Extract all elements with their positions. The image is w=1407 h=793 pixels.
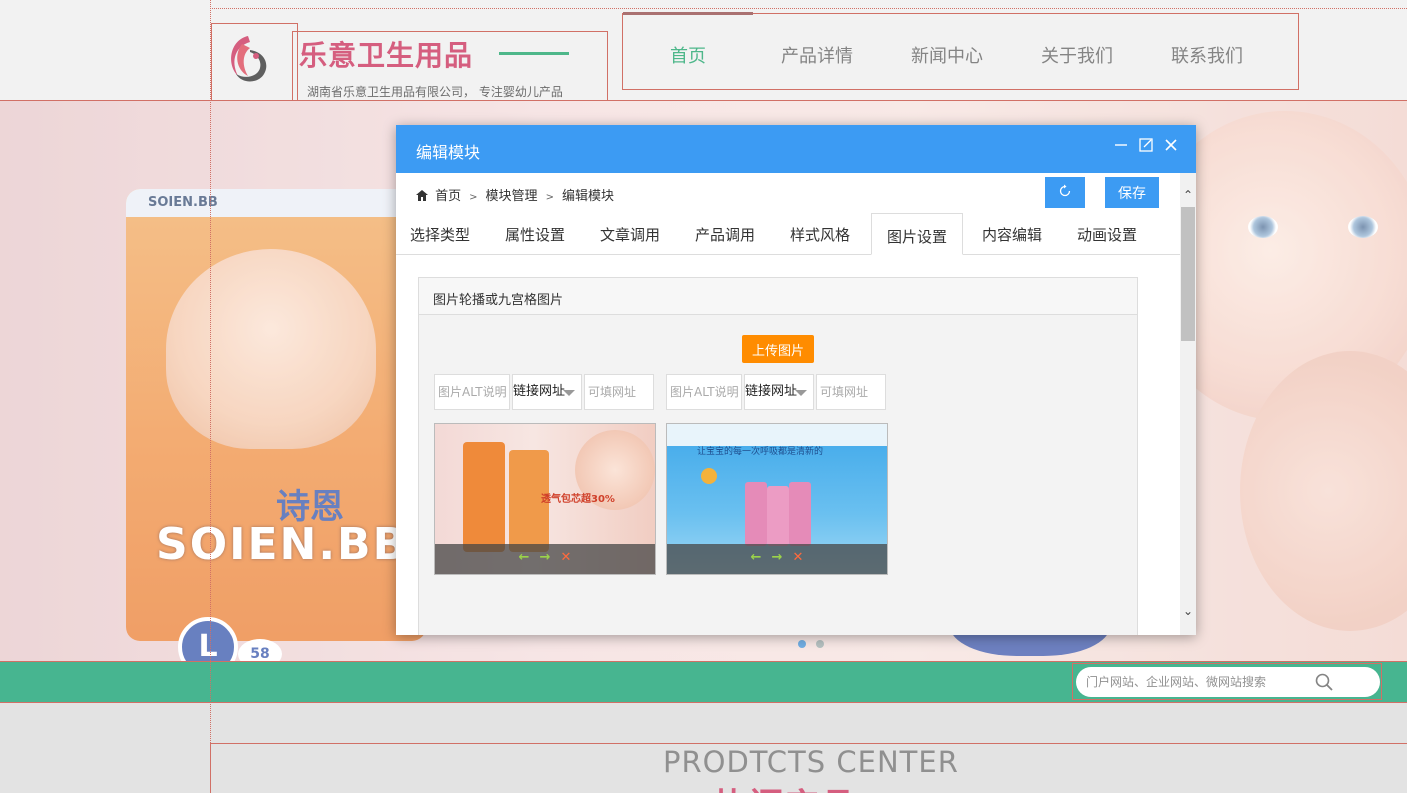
chevron-up-icon[interactable]: ⌃	[1180, 187, 1196, 203]
image-item: 图片ALT说明 链接网址 可填网址 透气包芯超30% ← → ✕	[434, 374, 656, 575]
home-icon	[416, 190, 428, 201]
image-alt-input[interactable]: 图片ALT说明	[434, 374, 510, 410]
dialog-scrollbar[interactable]: ⌃ ⌄	[1180, 173, 1196, 635]
thumb-pack	[463, 442, 505, 552]
link-type-value: 链接网址	[513, 384, 566, 399]
delete-icon[interactable]: ✕	[791, 551, 805, 565]
chevron-down-icon	[563, 390, 575, 396]
refresh-icon	[1059, 184, 1071, 196]
move-right-icon[interactable]: →	[770, 551, 784, 565]
move-left-icon[interactable]: ←	[749, 551, 763, 565]
edit-module-dialog: 编辑模块 首页 > 模块管理 > 编辑模块 保存 选择类型 属性设置 文章调用 …	[396, 125, 1196, 635]
thumb-caption: 透气包芯超30%	[541, 494, 615, 505]
tab-image-settings[interactable]: 图片设置	[871, 213, 964, 255]
tab-product-call[interactable]: 产品调用	[695, 224, 755, 245]
dialog-title: 编辑模块	[416, 143, 481, 162]
dialog-header[interactable]: 编辑模块	[396, 125, 1196, 173]
tab-attributes[interactable]: 属性设置	[505, 224, 565, 245]
image-fields: 图片ALT说明 链接网址 可填网址	[434, 374, 656, 410]
link-type-value: 链接网址	[745, 384, 798, 399]
tab-animation[interactable]: 动画设置	[1077, 224, 1137, 245]
move-right-icon[interactable]: →	[538, 551, 552, 565]
breadcrumb-edit-module: 编辑模块	[561, 189, 614, 204]
thumb-pack	[745, 482, 767, 546]
save-button[interactable]: 保存	[1105, 177, 1159, 208]
refresh-button[interactable]	[1045, 177, 1085, 208]
breadcrumb-home[interactable]: 首页	[435, 189, 461, 204]
thumb-caption: 让宝宝的每一次呼吸都是清新的	[697, 447, 824, 457]
image-settings-panel: 图片轮播或九宫格图片 上传图片 图片ALT说明 链接网址 可填网址 透气包芯超3…	[418, 277, 1138, 635]
tab-select-type[interactable]: 选择类型	[410, 224, 470, 245]
delete-icon[interactable]: ✕	[559, 551, 573, 565]
image-url-input[interactable]: 可填网址	[584, 374, 654, 410]
dialog-body: 首页 > 模块管理 > 编辑模块 保存 选择类型 属性设置 文章调用 产品调用 样式风格…	[396, 173, 1196, 635]
image-item: 图片ALT说明 链接网址 可填网址 让宝宝的每一次呼吸都是清新的 ← → ✕	[666, 374, 888, 575]
image-thumbnail[interactable]: 让宝宝的每一次呼吸都是清新的 ← → ✕	[666, 423, 888, 575]
image-url-input[interactable]: 可填网址	[816, 374, 886, 410]
breadcrumb: 首页 > 模块管理 > 编辑模块	[416, 185, 620, 204]
link-type-select[interactable]: 链接网址	[512, 374, 582, 410]
breadcrumb-module-manage[interactable]: 模块管理	[486, 189, 538, 204]
upload-image-button[interactable]: 上传图片	[742, 335, 814, 363]
thumb-toolbar: ← → ✕	[667, 544, 887, 574]
thumb-balloon	[701, 468, 717, 484]
image-alt-input[interactable]: 图片ALT说明	[666, 374, 742, 410]
dialog-tabs: 选择类型 属性设置 文章调用 产品调用 样式风格 图片设置 内容编辑 动画设置	[396, 213, 1180, 255]
image-fields: 图片ALT说明 链接网址 可填网址	[666, 374, 888, 410]
move-left-icon[interactable]: ←	[517, 551, 531, 565]
chevron-down-icon[interactable]: ⌄	[1180, 603, 1196, 619]
thumb-pack	[789, 482, 811, 546]
tab-content-edit[interactable]: 内容编辑	[982, 224, 1042, 245]
tab-article-call[interactable]: 文章调用	[600, 224, 660, 245]
breadcrumb-separator: >	[469, 192, 478, 203]
chevron-down-icon	[795, 390, 807, 396]
maximize-icon[interactable]	[1137, 138, 1155, 156]
tab-style[interactable]: 样式风格	[790, 224, 850, 245]
thumb-toolbar: ← → ✕	[435, 544, 655, 574]
scrollbar-thumb[interactable]	[1181, 207, 1195, 341]
thumb-pack	[767, 486, 789, 546]
link-type-select[interactable]: 链接网址	[744, 374, 814, 410]
panel-title: 图片轮播或九宫格图片	[419, 278, 1137, 315]
breadcrumb-separator: >	[545, 192, 554, 203]
thumb-cloud	[667, 424, 887, 446]
close-icon[interactable]	[1162, 138, 1180, 156]
image-thumbnail[interactable]: 透气包芯超30% ← → ✕	[434, 423, 656, 575]
minimize-icon[interactable]	[1112, 138, 1130, 156]
